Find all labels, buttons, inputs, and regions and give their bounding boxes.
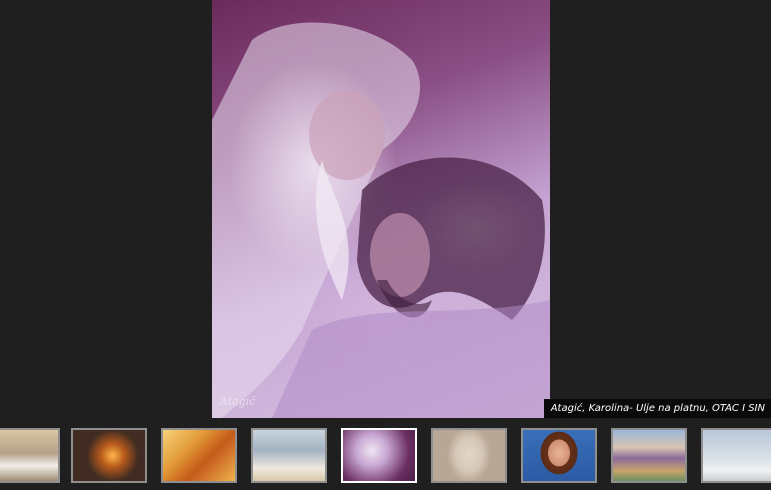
- thumbnail-winter-village[interactable]: [0, 428, 60, 483]
- painting-signature: Atagić: [220, 395, 256, 408]
- thumbnail-winter-trees[interactable]: [251, 428, 327, 483]
- image-caption: Atagić, Karolina- Ulje na platnu, OTAC I…: [543, 399, 771, 418]
- thumbnail-woman-portrait-color[interactable]: [521, 428, 597, 483]
- thumbnail-golden-abstract[interactable]: [161, 428, 237, 483]
- main-painting[interactable]: Atagić: [212, 0, 550, 418]
- thumbnail-strip: [0, 418, 771, 490]
- thumbnail-landscape-impression[interactable]: [611, 428, 687, 483]
- thumbnail-woman-portrait-sketch[interactable]: [431, 428, 507, 483]
- thumbnail-church-winter[interactable]: [701, 428, 771, 483]
- painting-artwork: [212, 22, 550, 418]
- thumbnail-father-and-son[interactable]: [341, 428, 417, 483]
- thumbnail-sunset-snow[interactable]: [71, 428, 147, 483]
- main-image-stage: Atagić Atagić, Karolina- Ulje na platnu,…: [0, 0, 771, 418]
